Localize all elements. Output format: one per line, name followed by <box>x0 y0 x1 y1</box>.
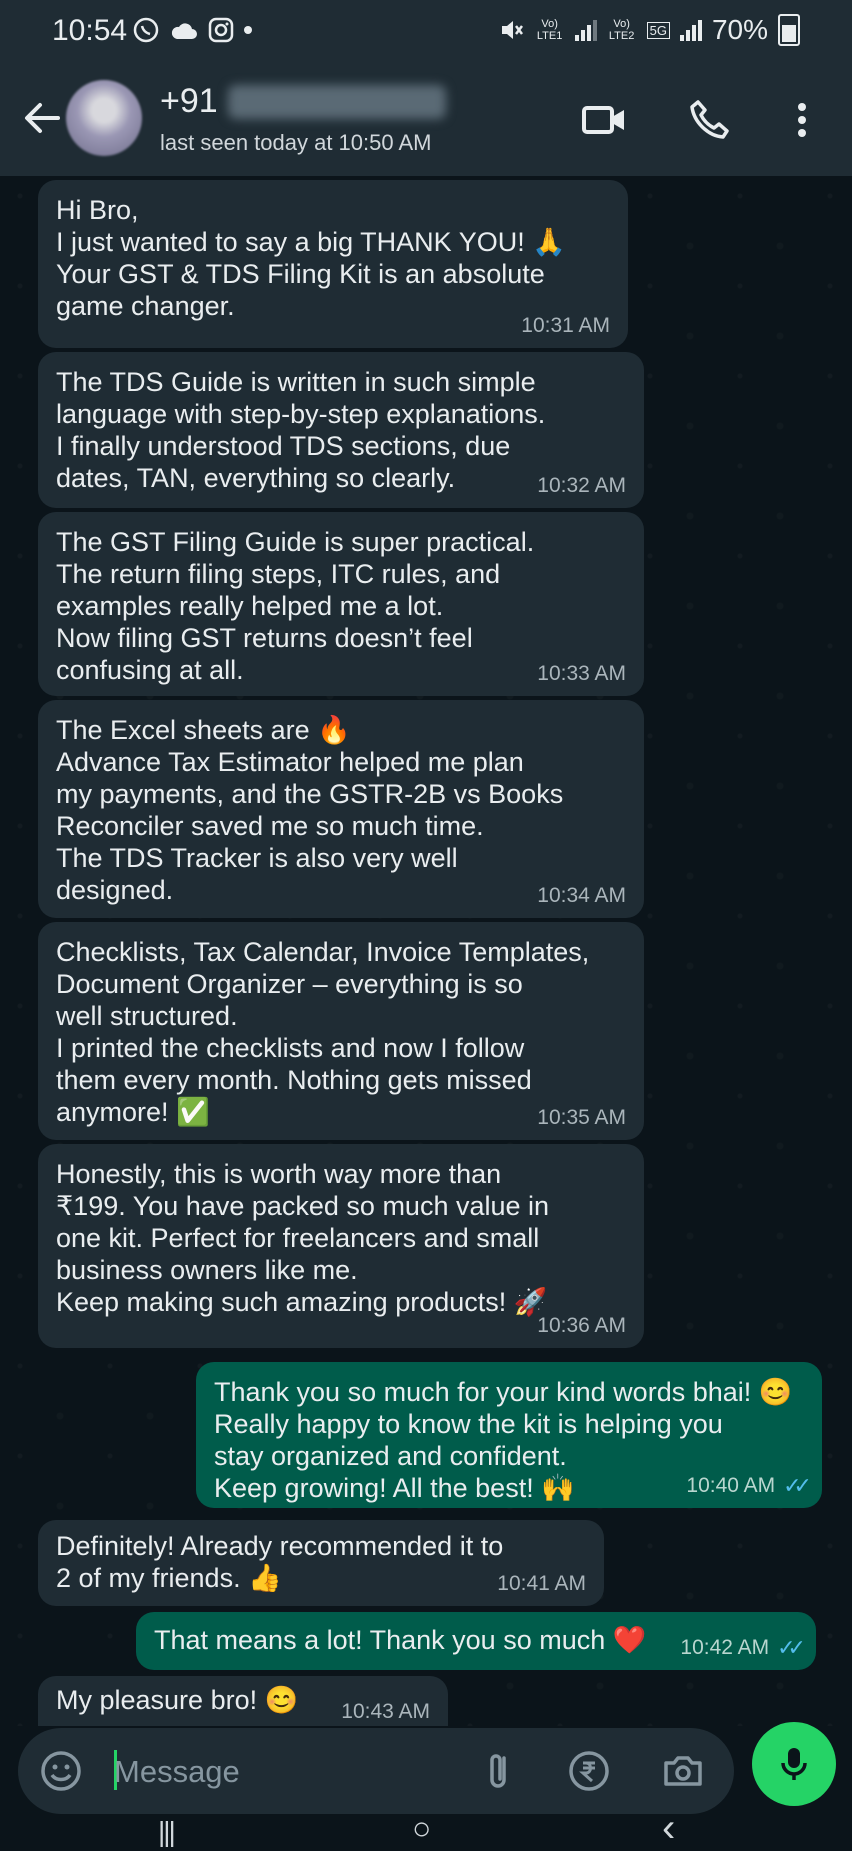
chat-area[interactable]: Hi Bro, I just wanted to say a big THANK… <box>0 176 852 1726</box>
message-outgoing[interactable]: Thank you so much for your kind words bh… <box>196 1362 822 1508</box>
mute-icon <box>501 21 523 39</box>
message-time: 10:42 AM ✓✓ <box>680 1632 806 1664</box>
message-time: 10:36 AM <box>537 1314 626 1337</box>
message-time: 10:32 AM <box>537 474 626 497</box>
message-time: 10:31 AM <box>521 314 610 337</box>
message-time: 10:43 AM <box>341 1700 430 1723</box>
attach-icon[interactable] <box>476 1748 522 1794</box>
message-incoming[interactable]: Honestly, this is worth way more than ₹1… <box>38 1144 644 1348</box>
notification-icons <box>132 16 252 44</box>
sim1-label: Vo) LTE1 <box>536 18 563 42</box>
read-receipt-icon: ✓✓ <box>783 1473 812 1498</box>
back-button[interactable]: ‹ <box>662 1806 675 1851</box>
status-time: 10:54 <box>52 14 128 47</box>
message-time: 10:40 AM ✓✓ <box>686 1470 812 1502</box>
dot-icon <box>244 26 252 34</box>
battery-percent: 70% <box>711 14 768 45</box>
whatsapp-notification-icon <box>133 17 159 43</box>
sim2-label: Vo) LTE2 <box>608 18 635 42</box>
voice-call-icon[interactable] <box>686 96 734 144</box>
message-time: 10:34 AM <box>537 884 626 907</box>
message-text: Checklists, Tax Calendar, Invoice Templa… <box>56 937 590 1127</box>
message-input[interactable] <box>112 1742 476 1802</box>
instagram-icon <box>208 17 234 43</box>
message-incoming[interactable]: Checklists, Tax Calendar, Invoice Templa… <box>38 922 644 1140</box>
read-receipt-icon: ✓✓ <box>777 1635 806 1660</box>
message-time: 10:33 AM <box>537 662 626 685</box>
back-arrow-icon[interactable] <box>18 94 66 142</box>
message-incoming[interactable]: Definitely! Already recommended it to 2 … <box>38 1520 604 1606</box>
emoji-icon[interactable] <box>38 1748 84 1794</box>
contact-name[interactable]: +91 <box>160 82 446 121</box>
cloud-icon <box>171 23 197 39</box>
message-incoming[interactable]: The TDS Guide is written in such simple … <box>38 352 644 508</box>
more-options-icon[interactable] <box>778 96 826 144</box>
system-icons: Vo) LTE1 Vo) LTE2 5G 70% <box>499 14 800 46</box>
message-incoming[interactable]: Hi Bro, I just wanted to say a big THANK… <box>38 180 628 348</box>
signal1-icon <box>574 19 597 41</box>
message-text: Hi Bro, I just wanted to say a big THANK… <box>56 195 566 321</box>
mic-icon <box>781 1748 807 1780</box>
chat-header: +91 last seen today at 10:50 AM <box>0 64 852 176</box>
message-time: 10:41 AM <box>497 1572 586 1595</box>
battery-icon <box>778 14 800 46</box>
blurred-number <box>227 84 446 119</box>
recents-button[interactable]: ||| <box>158 1816 176 1848</box>
video-call-icon[interactable] <box>580 96 628 144</box>
camera-icon[interactable] <box>660 1748 706 1794</box>
message-time: 10:35 AM <box>537 1106 626 1129</box>
rupee-payment-icon[interactable] <box>566 1748 612 1794</box>
message-outgoing[interactable]: That means a lot! Thank you so much ❤️ 1… <box>136 1612 816 1670</box>
network-label: 5G <box>646 21 670 39</box>
message-composer <box>18 1728 734 1814</box>
message-text: Honestly, this is worth way more than ₹1… <box>56 1159 550 1317</box>
message-incoming[interactable]: The Excel sheets are 🔥 Advance Tax Estim… <box>38 700 644 918</box>
voice-message-button[interactable] <box>752 1722 836 1806</box>
contact-avatar[interactable] <box>66 80 142 156</box>
signal2-icon <box>679 19 702 41</box>
home-button[interactable]: ○ <box>412 1810 431 1847</box>
message-incoming[interactable]: My pleasure bro! 😊 10:43 AM <box>38 1676 448 1726</box>
contact-prefix: +91 <box>160 82 218 120</box>
last-seen: last seen today at 10:50 AM <box>160 130 432 155</box>
system-nav-bar: ||| ○ ‹ <box>0 1806 852 1850</box>
message-text: The Excel sheets are 🔥 Advance Tax Estim… <box>56 715 564 905</box>
message-incoming[interactable]: The GST Filing Guide is super practical.… <box>38 512 644 696</box>
status-bar: 10:54 Vo) LTE1 Vo) LTE2 5G 70% <box>0 0 852 64</box>
